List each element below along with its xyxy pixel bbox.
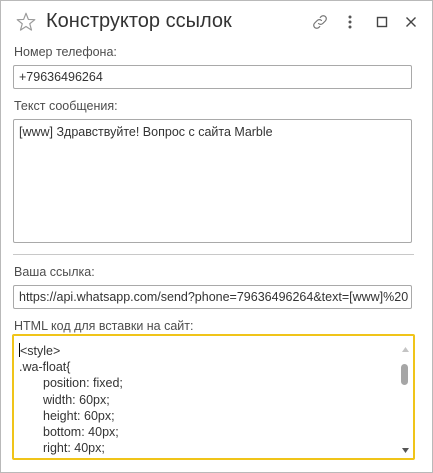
- code-line: <style>: [19, 343, 61, 358]
- code-line: bottom: 40px;: [43, 425, 119, 440]
- copy-link-button[interactable]: [309, 11, 331, 33]
- message-label: Текст сообщения:: [14, 99, 118, 113]
- code-line: width: 60px;: [43, 392, 110, 407]
- message-textarea[interactable]: [www] Здравствуйте! Вопрос с сайта Marbl…: [13, 119, 412, 243]
- more-actions-button[interactable]: [339, 11, 361, 33]
- phone-input[interactable]: +79636496264: [13, 65, 412, 89]
- code-line: right: 40px;: [43, 441, 105, 456]
- html-code-textarea[interactable]: <style> .wa-float{ position: fixed; widt…: [12, 334, 415, 460]
- link-icon: [313, 15, 327, 29]
- phone-label: Номер телефона:: [14, 45, 117, 59]
- close-icon: [406, 17, 416, 27]
- window-title: Конструктор ссылок: [46, 10, 232, 32]
- link-output-field[interactable]: https://api.whatsapp.com/send?phone=7963…: [13, 285, 412, 309]
- vertical-scrollbar[interactable]: [399, 338, 411, 456]
- html-code-content: <style> .wa-float{ position: fixed; widt…: [19, 343, 395, 456]
- close-button[interactable]: [400, 11, 422, 33]
- more-vertical-icon: [348, 15, 352, 29]
- html-code-label: HTML код для вставки на сайт:: [14, 319, 194, 333]
- link-builder-window: Конструктор ссылок Номер телефона: +7963…: [0, 0, 433, 473]
- star-icon[interactable]: [15, 11, 37, 33]
- link-label: Ваша ссылка:: [14, 265, 95, 279]
- maximize-icon: [376, 16, 388, 28]
- scrollbar-thumb[interactable]: [401, 364, 408, 385]
- scroll-up-arrow-icon[interactable]: [399, 343, 411, 355]
- divider: [13, 254, 414, 255]
- scroll-down-arrow-icon[interactable]: [399, 444, 411, 456]
- code-line: .wa-float{: [19, 360, 71, 375]
- code-line: position: fixed;: [43, 376, 123, 391]
- title-bar: Конструктор ссылок: [1, 1, 432, 43]
- code-line: height: 60px;: [43, 408, 115, 423]
- maximize-button[interactable]: [371, 11, 393, 33]
